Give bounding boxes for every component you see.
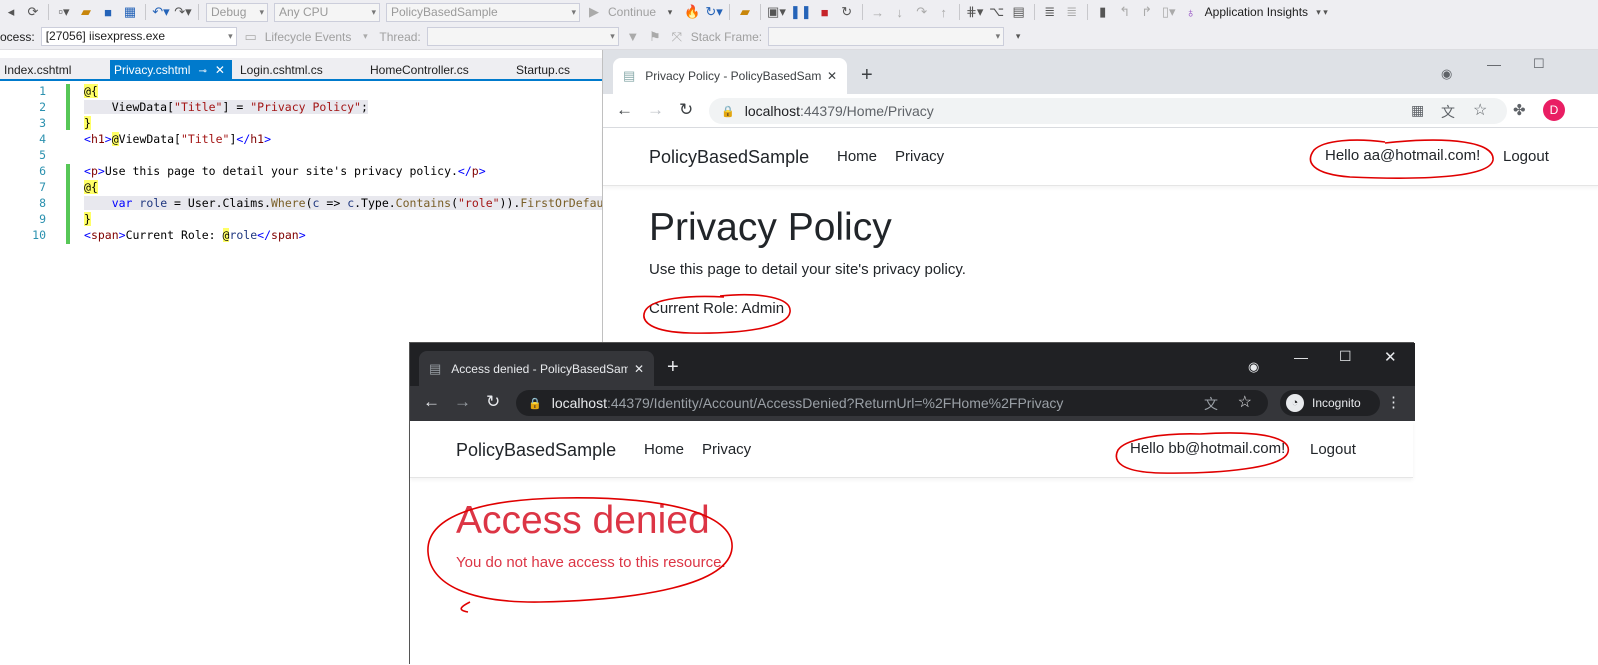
annotation-circle-denied-user: [1115, 432, 1290, 474]
annotation-circle-admin-role: [643, 293, 791, 334]
annotation-circle-access-denied: [427, 497, 733, 613]
annotation-overlay: [427, 139, 1494, 613]
annotation-circle-admin-user: [1309, 139, 1494, 179]
